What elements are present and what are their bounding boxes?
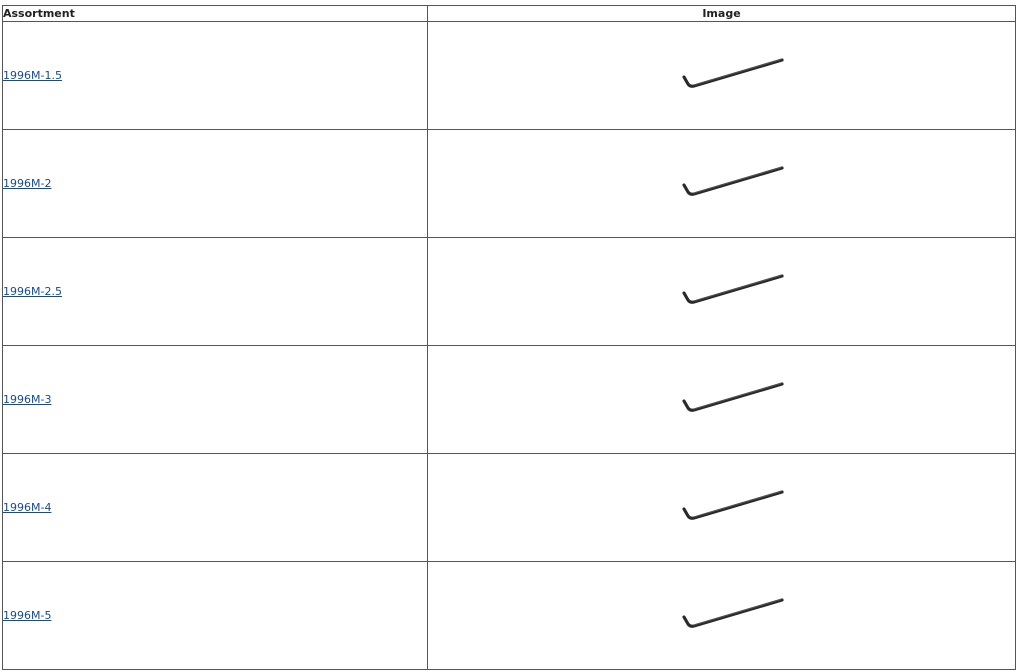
assortment-link[interactable]: 1996M-1.5 [3, 69, 62, 82]
table-header-row: Assortment Image [2, 5, 1016, 22]
assortment-cell: 1996M-3 [2, 345, 428, 454]
column-header-assortment: Assortment [2, 5, 428, 22]
hex-key-icon[interactable] [681, 273, 786, 310]
assortment-table-container: Assortment Image 1996M-1.5 1996M-2 1996M… [2, 5, 1016, 670]
table-row: 1996M-2.5 [2, 237, 1016, 346]
table-row: 1996M-4 [2, 453, 1016, 562]
image-cell [427, 561, 1016, 670]
column-header-image: Image [427, 5, 1016, 22]
hex-key-icon[interactable] [681, 57, 786, 94]
assortment-cell: 1996M-5 [2, 561, 428, 670]
table-row: 1996M-5 [2, 561, 1016, 670]
image-cell [427, 345, 1016, 454]
assortment-link[interactable]: 1996M-2.5 [3, 285, 62, 298]
image-cell [427, 237, 1016, 346]
assortment-cell: 1996M-2 [2, 129, 428, 238]
assortment-link[interactable]: 1996M-4 [3, 501, 51, 514]
hex-key-icon[interactable] [681, 489, 786, 526]
assortment-link[interactable]: 1996M-5 [3, 609, 51, 622]
assortment-link[interactable]: 1996M-2 [3, 177, 51, 190]
assortment-link[interactable]: 1996M-3 [3, 393, 51, 406]
table-row: 1996M-2 [2, 129, 1016, 238]
table-row: 1996M-1.5 [2, 21, 1016, 130]
image-cell [427, 129, 1016, 238]
image-cell [427, 453, 1016, 562]
assortment-cell: 1996M-2.5 [2, 237, 428, 346]
assortment-table: Assortment Image 1996M-1.5 1996M-2 1996M… [2, 5, 1016, 670]
hex-key-icon[interactable] [681, 597, 786, 634]
hex-key-icon[interactable] [681, 165, 786, 202]
assortment-cell: 1996M-1.5 [2, 21, 428, 130]
image-cell [427, 21, 1016, 130]
table-row: 1996M-3 [2, 345, 1016, 454]
assortment-cell: 1996M-4 [2, 453, 428, 562]
hex-key-icon[interactable] [681, 381, 786, 418]
